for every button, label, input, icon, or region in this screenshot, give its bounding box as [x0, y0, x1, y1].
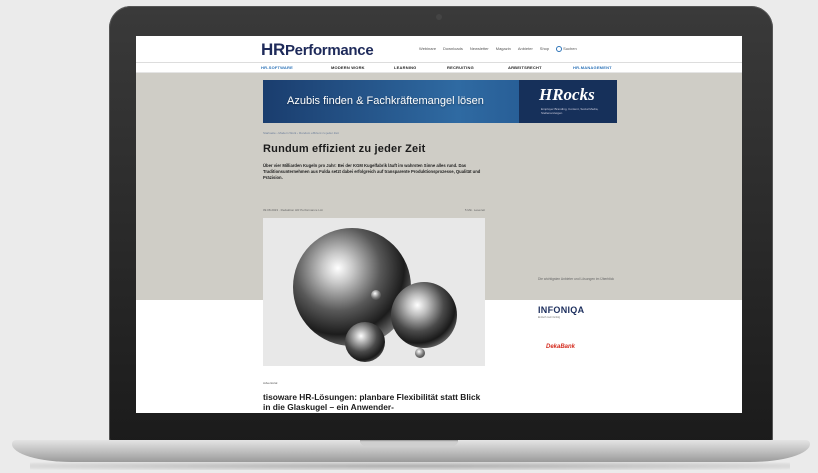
- search-icon: [556, 46, 563, 52]
- mainnav-hr-software[interactable]: HR-SOFTWARE: [261, 65, 293, 70]
- search-label: Suchen: [563, 46, 577, 52]
- steel-ball-tiny: [371, 290, 381, 300]
- browser-viewport: HRPerformance Webinare Downloads Newslet…: [136, 36, 742, 413]
- article-date: 09.08.2023 · Redaktion HR Performance Lt…: [263, 208, 324, 212]
- article-meta: 09.08.2023 · Redaktion HR Performance Lt…: [263, 208, 485, 212]
- mainnav-arbeitsrecht[interactable]: ARBEITSRECHT: [508, 65, 542, 70]
- laptop-shadow: [30, 462, 790, 470]
- banner-brand-panel: HRocks Employer Branding, Content, Socia…: [519, 80, 617, 123]
- partner-logo-dekabank[interactable]: DekaBank: [546, 344, 575, 350]
- article-readtime: 5 Min. Lesezeit: [464, 208, 485, 212]
- top-navigation: Webinare Downloads Newsletter Magazin An…: [419, 46, 577, 52]
- banner-text: Azubis finden & Fachkräftemangel lösen: [287, 95, 484, 107]
- logo-hr: HR: [261, 40, 285, 59]
- steel-ball-medium: [391, 282, 457, 348]
- mainnav-modern-work[interactable]: MODERN WORK: [331, 65, 365, 70]
- article-title: Rundum effizient zu jeder Zeit: [263, 143, 426, 155]
- partner-logo-infoniqa[interactable]: INFONIQA: [538, 305, 584, 315]
- ad-banner[interactable]: Azubis finden & Fachkräftemangel lösen H…: [263, 80, 617, 123]
- mainnav-learning[interactable]: LEARNING: [394, 65, 417, 70]
- hrocks-tagline: Employer Branding, Content, Social Media…: [541, 107, 599, 115]
- laptop-notch: [360, 440, 458, 446]
- breadcrumb[interactable]: Startseite › Modern Work › Rundum effizi…: [263, 131, 339, 135]
- hrocks-logo: HRocks: [539, 85, 595, 104]
- topnav-shop[interactable]: Shop: [540, 46, 549, 52]
- topnav-webinare[interactable]: Webinare: [419, 46, 436, 52]
- topnav-newsletter[interactable]: Newsletter: [470, 46, 489, 52]
- logo-performance: Performance: [284, 42, 374, 59]
- topnav-magazin[interactable]: Magazin: [496, 46, 511, 52]
- mainnav-hr-management[interactable]: HR-MANAGEMENT: [573, 65, 612, 70]
- steel-ball-tiny: [415, 348, 425, 358]
- webcam-icon: [436, 14, 442, 20]
- article-lead: Über vier Milliarden Kugeln pro Jahr: Be…: [263, 163, 481, 180]
- main-navigation: HR-SOFTWARE MODERN WORK LEARNING RECRUIT…: [136, 62, 742, 73]
- sidebar-heading: Die wichtigsten Anbieter und Lösungen im…: [538, 277, 615, 281]
- advertorial-label: Advertorial: [263, 381, 278, 385]
- search-link[interactable]: Suchen: [556, 46, 577, 52]
- teaser-headline[interactable]: tisoware HR-Lösungen: planbare Flexibili…: [263, 392, 489, 412]
- mainnav-recruiting[interactable]: RECRUITING: [447, 65, 474, 70]
- steel-ball-small: [345, 322, 385, 362]
- article-image: [263, 218, 485, 366]
- site-logo[interactable]: HRPerformance: [261, 40, 374, 60]
- infoniqa-subline: Einfach mehr Erfolg: [538, 316, 560, 319]
- topnav-anbieter[interactable]: Anbieter: [518, 46, 533, 52]
- topnav-downloads[interactable]: Downloads: [443, 46, 463, 52]
